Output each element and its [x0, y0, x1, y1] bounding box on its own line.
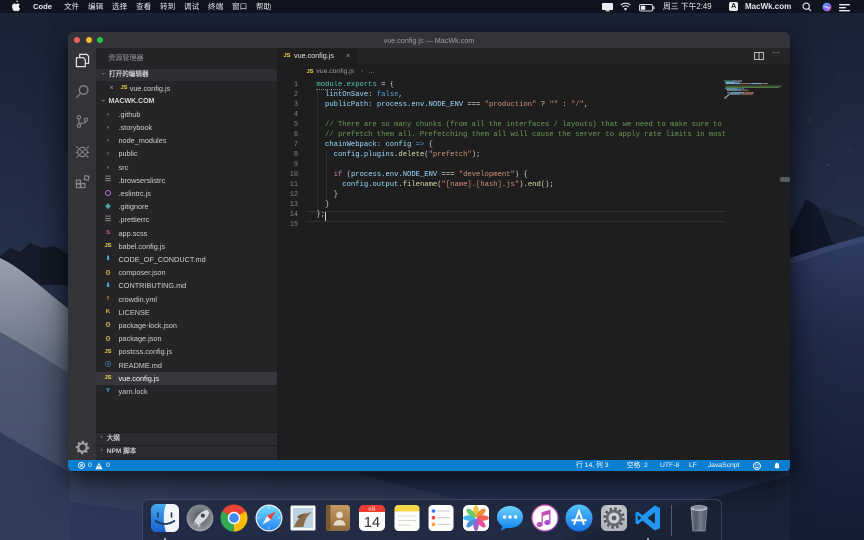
svg-text:14: 14 — [364, 515, 380, 531]
